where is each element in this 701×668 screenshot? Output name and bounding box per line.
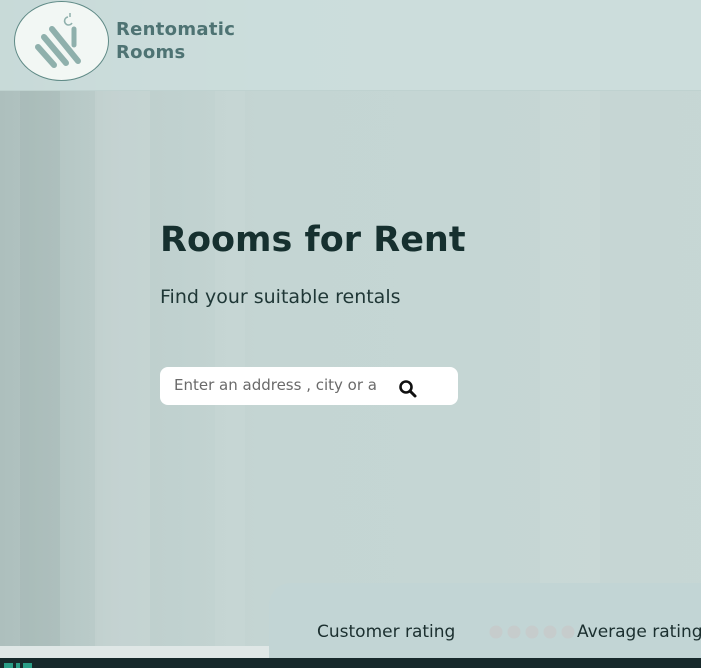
site-header: Rentomatic Rooms (0, 0, 701, 91)
search-input[interactable] (174, 367, 382, 403)
brand-line-2: Rooms (116, 42, 186, 63)
rating-panel: Customer rating Average rating (269, 583, 701, 668)
star-icon[interactable] (489, 625, 503, 639)
star-icon[interactable] (561, 625, 575, 639)
rentomatic-logo-icon (34, 13, 81, 68)
star-rating[interactable] (489, 625, 575, 639)
search-icon[interactable] (398, 379, 418, 399)
hero-subtitle: Find your suitable rentals (160, 286, 401, 308)
star-icon[interactable] (543, 625, 557, 639)
logo-link[interactable] (14, 1, 109, 81)
footer-mark-icon (23, 663, 32, 668)
star-icon[interactable] (525, 625, 539, 639)
customer-rating-label: Customer rating (317, 622, 456, 642)
background-stripe (540, 90, 600, 658)
footer-mark-icon (4, 663, 13, 668)
background-stripe (95, 90, 150, 658)
footer-mark-icon (16, 663, 20, 668)
background-stripe (20, 90, 60, 658)
average-rating-label: Average rating (577, 622, 701, 642)
footer-bar (0, 658, 701, 668)
star-icon[interactable] (507, 625, 521, 639)
hero-title: Rooms for Rent (160, 220, 466, 260)
page: Rentomatic Rooms Rooms for Rent Find you… (0, 0, 701, 668)
brand-line-1: Rentomatic (116, 19, 236, 40)
brand-name[interactable]: Rentomatic Rooms (116, 18, 235, 64)
bottom-edge (0, 646, 269, 658)
search-box (160, 367, 458, 405)
